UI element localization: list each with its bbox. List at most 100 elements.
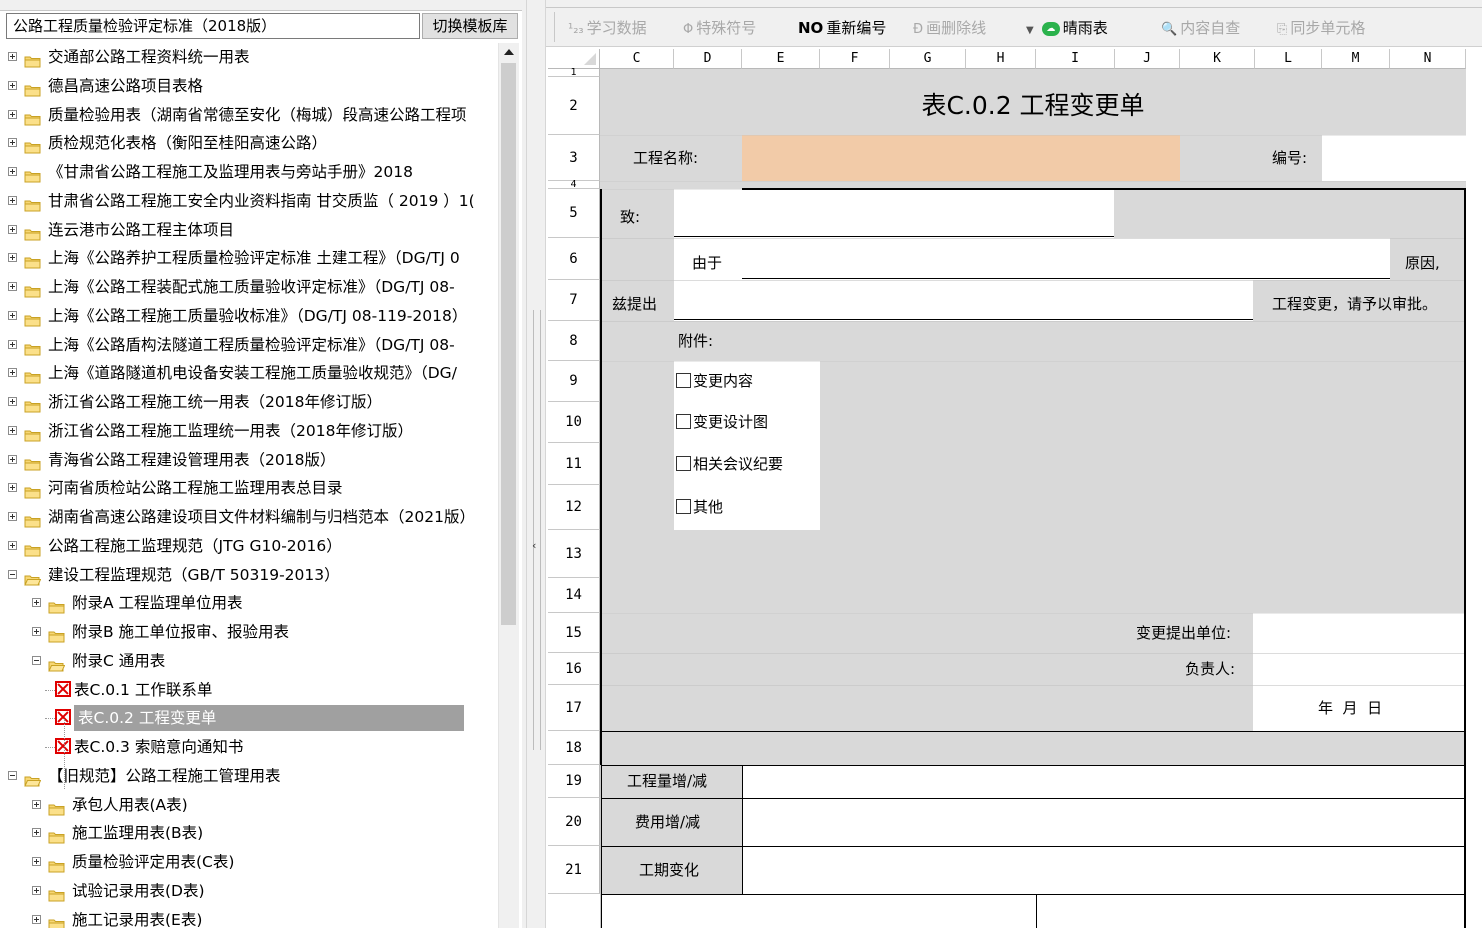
tree-folder-item[interactable]: 施工记录用表(E表) xyxy=(6,907,498,928)
row-header[interactable]: 17 xyxy=(548,685,600,731)
tree-folder-item[interactable]: 湖南省高速公路建设项目文件材料编制与归档范本（2021版） xyxy=(6,504,498,530)
tree-folder-item[interactable]: 上海《公路盾构法隧道工程质量检验评定标准》（DG/TJ 08- xyxy=(6,332,498,358)
expand-icon[interactable] xyxy=(8,310,17,320)
change-field[interactable] xyxy=(674,280,1253,321)
row-header[interactable]: 8 xyxy=(548,321,600,361)
column-header[interactable]: G xyxy=(890,49,966,69)
checkbox-icon[interactable] xyxy=(676,456,691,471)
tree-doc-item[interactable]: 表C.0.3 索赔意向通知书 xyxy=(6,734,498,760)
collapse-icon[interactable] xyxy=(32,655,41,665)
row-header[interactable]: 4 xyxy=(548,180,600,190)
dropdown-arrow-icon[interactable]: ▼ xyxy=(1026,17,1034,45)
column-header[interactable]: J xyxy=(1115,49,1180,69)
tree-folder-item[interactable]: 上海《公路养护工程质量检验评定标准 土建工程》（DG/TJ 0 xyxy=(6,245,498,271)
toolbar-123-button[interactable]: ¹₂₃ 学习数据 xyxy=(568,14,647,42)
expand-icon[interactable] xyxy=(8,368,17,378)
row-header[interactable]: 20 xyxy=(548,798,600,846)
tree-doc-item[interactable]: 表C.0.2 工程变更单 xyxy=(6,705,498,732)
row-header[interactable]: 1 xyxy=(548,68,600,78)
row-header[interactable]: 12 xyxy=(548,485,600,530)
tree-doc-item[interactable]: 表C.0.1 工作联系单 xyxy=(6,677,498,703)
tree-folder-item[interactable]: 青海省公路工程建设管理用表（2018版） xyxy=(6,447,498,473)
tree-folder-item[interactable]: 上海《公路工程施工质量验收标准》（DG/TJ 08-119-2018） xyxy=(6,303,498,329)
expand-icon[interactable] xyxy=(32,857,41,866)
tree-folder-item[interactable]: 浙江省公路工程施工统一用表（2018年修订版） xyxy=(6,389,498,415)
attachment-checkbox[interactable]: 相关会议纪要 xyxy=(676,443,783,485)
expand-icon[interactable] xyxy=(32,914,41,924)
row-header[interactable]: 2 xyxy=(548,77,600,135)
row-header[interactable]: 19 xyxy=(548,765,600,798)
tree-folder-item[interactable]: 浙江省公路工程施工监理统一用表（2018年修订版） xyxy=(6,418,498,444)
checkbox-icon[interactable] xyxy=(676,499,691,514)
checkbox-icon[interactable] xyxy=(676,414,691,429)
row-header[interactable]: 6 xyxy=(548,238,600,280)
attachment-checkbox[interactable]: 变更设计图 xyxy=(676,402,768,443)
toolbar-sync-cells-button[interactable]: ⎘ 同步单元格 xyxy=(1277,14,1365,42)
tree-folder-item[interactable]: 交通部公路工程资料统一用表 xyxy=(6,44,498,70)
expand-icon[interactable] xyxy=(8,109,17,119)
scroll-up-icon[interactable] xyxy=(504,49,514,55)
column-header[interactable]: I xyxy=(1036,49,1115,69)
expand-icon[interactable] xyxy=(8,253,17,263)
scroll-thumb[interactable] xyxy=(501,63,516,625)
to-field[interactable] xyxy=(674,189,1114,238)
row-header[interactable]: 16 xyxy=(548,653,600,685)
column-header[interactable]: L xyxy=(1255,49,1322,69)
expand-icon[interactable] xyxy=(32,627,41,636)
reason-field[interactable] xyxy=(742,238,1390,280)
tree-folder-item[interactable]: 【旧规范】公路工程施工管理用表 xyxy=(6,763,498,789)
column-header[interactable]: N xyxy=(1390,49,1466,69)
tree-folder-item[interactable]: 上海《道路隧道机电设备安装工程施工质量验收规范》（DG/ xyxy=(6,360,498,386)
expand-icon[interactable] xyxy=(8,483,17,493)
tree-folder-item[interactable]: 德昌高速公路项目表格 xyxy=(6,73,498,99)
expand-icon[interactable] xyxy=(8,282,17,291)
toolbar-weather-button[interactable]: ▼ ☁ 晴雨表 xyxy=(1026,14,1108,42)
expand-icon[interactable] xyxy=(32,828,41,838)
expand-icon[interactable] xyxy=(8,52,17,61)
collapse-icon[interactable] xyxy=(8,569,17,579)
row-header[interactable]: 18 xyxy=(548,731,600,765)
tree-folder-item[interactable]: 附录B 施工单位报审、报验用表 xyxy=(6,619,498,645)
expand-icon[interactable] xyxy=(8,454,17,464)
tree-folder-item[interactable]: 质量检验评定用表(C表) xyxy=(6,849,498,875)
expand-icon[interactable] xyxy=(8,425,17,435)
column-header[interactable]: E xyxy=(742,49,820,69)
toolbar-magnifier-button[interactable]: 🔍 内容自查 xyxy=(1161,14,1240,42)
expand-icon[interactable] xyxy=(32,598,41,608)
tree-folder-item[interactable]: 公路工程施工监理规范（JTG G10-2016） xyxy=(6,533,498,559)
tree-folder-item[interactable]: 连云港市公路工程主体项目 xyxy=(6,217,498,243)
row-header[interactable]: 10 xyxy=(548,402,600,443)
expand-icon[interactable] xyxy=(8,167,17,176)
column-header[interactable]: C xyxy=(600,49,674,69)
tree-folder-item[interactable]: 承包人用表(A表) xyxy=(6,792,498,818)
tree-folder-item[interactable]: 河南省质检站公路工程施工监理用表总目录 xyxy=(6,475,498,501)
toolbar-renumber-button[interactable]: NO 重新编号 xyxy=(798,14,886,42)
toolbar-strikethrough-button[interactable]: Đ 画删除线 xyxy=(913,14,986,42)
grid-corner[interactable] xyxy=(548,49,600,69)
tree-scrollbar[interactable] xyxy=(498,43,519,928)
switch-template-button[interactable]: 切换模板库 xyxy=(422,13,518,39)
expand-icon[interactable] xyxy=(8,224,17,234)
unit-field[interactable] xyxy=(1253,613,1466,653)
row-header[interactable]: 7 xyxy=(548,280,600,321)
tree-folder-item[interactable]: 质检规范化表格（衡阳至桂阳高速公路） xyxy=(6,130,498,156)
expand-icon[interactable] xyxy=(32,799,41,809)
column-header[interactable]: F xyxy=(820,49,890,69)
column-header[interactable]: K xyxy=(1180,49,1255,69)
expand-icon[interactable] xyxy=(8,195,17,205)
expand-icon[interactable] xyxy=(32,885,41,895)
expand-icon[interactable] xyxy=(8,512,17,521)
column-header[interactable]: H xyxy=(966,49,1036,69)
expand-icon[interactable] xyxy=(8,339,17,349)
row-header[interactable]: 15 xyxy=(548,613,600,653)
tree-folder-item[interactable]: 上海《公路工程装配式施工质量验收评定标准》（DG/TJ 08- xyxy=(6,274,498,300)
expand-icon[interactable] xyxy=(8,397,17,406)
row-header[interactable]: 5 xyxy=(548,189,600,238)
checkbox-icon[interactable] xyxy=(676,373,691,388)
tree-folder-item[interactable]: 质量检验用表（湖南省常德至安化（梅城）段高速公路工程项 xyxy=(6,102,498,128)
template-library-select[interactable]: 公路工程质量检验评定标准（2018版） xyxy=(6,13,420,39)
expand-icon[interactable] xyxy=(8,80,17,90)
row-header[interactable]: 14 xyxy=(548,578,600,613)
column-header[interactable]: M xyxy=(1322,49,1390,69)
expand-icon[interactable] xyxy=(8,138,17,148)
